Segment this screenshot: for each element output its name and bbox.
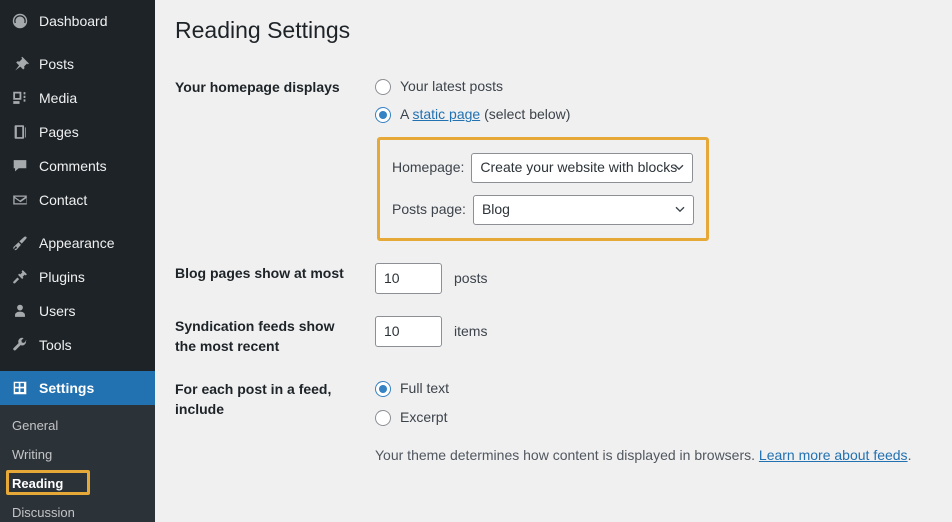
sidebar-item-label: Users [39, 303, 76, 319]
sidebar-item-label: Pages [39, 124, 79, 140]
sidebar-item-posts[interactable]: Posts [0, 47, 155, 81]
sidebar-item-label: Tools [39, 337, 72, 353]
sidebar-item-appearance[interactable]: Appearance [0, 226, 155, 260]
sidebar-item-settings[interactable]: Settings [0, 371, 155, 405]
radio-full-text-label: Full text [400, 380, 450, 397]
sidebar-item-contact[interactable]: Contact [0, 183, 155, 217]
sidebar-item-label: Plugins [39, 269, 85, 285]
user-icon [10, 301, 30, 321]
feed-description-suffix: . [907, 447, 912, 464]
sidebar-item-tools[interactable]: Tools [0, 328, 155, 362]
blog-pages-row: 10 posts [375, 263, 942, 295]
sidebar-item-discussion[interactable]: Discussion [0, 498, 155, 522]
posts-page-select-value: Blog [481, 201, 510, 218]
sidebar-item-label: Posts [39, 56, 75, 72]
envelope-icon [10, 190, 30, 210]
radio-static-page-label: A static page (select below) [400, 105, 570, 125]
admin-sidebar-menu: Dashboard Posts Media Pages Comments Con… [0, 0, 155, 522]
chevron-down-icon [675, 206, 685, 213]
dashboard-icon [10, 11, 30, 31]
radio-full-text[interactable] [375, 381, 391, 398]
sidebar-item-general[interactable]: General [0, 411, 155, 440]
media-icon [10, 88, 30, 108]
radio-option-static-page[interactable]: A static page (select below) [375, 105, 942, 125]
homepage-select-row: Homepage: Create your website with block… [392, 153, 694, 184]
radio-excerpt-label: Excerpt [400, 408, 448, 425]
sidebar-item-comments[interactable]: Comments [0, 149, 155, 183]
static-prefix-text: A [400, 106, 413, 123]
homepage-select[interactable]: Create your website with blocks [471, 153, 694, 184]
sidebar-item-reading[interactable]: Reading [0, 469, 155, 498]
radio-excerpt[interactable] [375, 409, 391, 426]
sidebar-item-label: Settings [39, 380, 95, 396]
page-title: Reading Settings [175, 17, 351, 43]
posts-page-select-row: Posts page: Blog [392, 195, 694, 226]
setting-row-feed-include: For each post in a feed, include Full te… [155, 368, 952, 477]
radio-static-page[interactable] [375, 107, 391, 124]
wrench-icon [10, 335, 30, 355]
wordpress-admin-screen: Dashboard Posts Media Pages Comments Con… [0, 0, 952, 522]
sidebar-item-label: Comments [39, 158, 107, 174]
sidebar-item-pages[interactable]: Pages [0, 115, 155, 149]
radio-latest-posts-label: Your latest posts [400, 77, 503, 94]
syndication-row: 10 items [375, 316, 942, 348]
pages-icon [10, 122, 30, 142]
radio-option-latest-posts[interactable]: Your latest posts [375, 77, 942, 97]
homepage-select-value: Create your website with blocks [480, 159, 678, 176]
main-content: Reading Settings Your homepage displays … [155, 0, 952, 522]
submenu-item-label: General [12, 418, 59, 433]
setting-row-homepage-displays: Your homepage displays Your latest posts… [155, 66, 952, 252]
radio-option-excerpt[interactable]: Excerpt [375, 408, 942, 428]
sidebar-item-label: Dashboard [39, 13, 108, 29]
syndication-input[interactable]: 10 [375, 316, 442, 348]
sidebar-item-label: Contact [39, 192, 88, 208]
settings-submenu: General Writing Reading Discussion [0, 405, 155, 522]
sidebar-item-label: Media [39, 90, 78, 106]
syndication-suffix: items [454, 322, 488, 339]
submenu-item-label: Writing [12, 447, 53, 462]
sidebar-item-media[interactable]: Media [0, 81, 155, 115]
syndication-label: Syndication feeds show the most recent [175, 318, 335, 354]
blog-pages-controls: 10 posts [360, 252, 952, 305]
static-suffix-text: (select below) [480, 106, 571, 123]
blog-pages-input[interactable]: 10 [375, 263, 442, 295]
settings-icon [10, 378, 30, 398]
setting-row-syndication: Syndication feeds show the most recent 1… [155, 305, 952, 368]
submenu-item-label: Reading [12, 476, 64, 491]
sidebar-item-users[interactable]: Users [0, 294, 155, 328]
learn-more-feeds-link[interactable]: Learn more about feeds [759, 447, 908, 463]
sidebar-item-label: Appearance [39, 235, 115, 251]
sidebar-item-writing[interactable]: Writing [0, 440, 155, 469]
blog-pages-suffix: posts [454, 269, 488, 286]
paintbrush-icon [10, 233, 30, 253]
feed-include-description: Your theme determines how content is dis… [375, 445, 942, 466]
posts-page-select[interactable]: Blog [472, 195, 694, 226]
feed-include-controls: Full text Excerpt Your theme determines … [360, 368, 952, 477]
reading-settings-form: Your homepage displays Your latest posts… [155, 66, 952, 478]
chevron-down-icon [674, 164, 684, 171]
static-page-selection-box: Homepage: Create your website with block… [377, 137, 709, 242]
submenu-item-label: Discussion [12, 505, 75, 520]
setting-row-blog-pages: Blog pages show at most 10 posts [155, 252, 952, 305]
homepage-select-caption: Homepage: [392, 159, 465, 176]
static-page-link[interactable]: static page [412, 106, 480, 122]
blog-pages-label: Blog pages show at most [175, 265, 344, 282]
radio-option-full-text[interactable]: Full text [375, 379, 942, 399]
sidebar-item-dashboard[interactable]: Dashboard [0, 4, 155, 38]
posts-page-select-caption: Posts page: [392, 201, 466, 218]
feed-include-label: For each post in a feed, include [175, 381, 332, 417]
homepage-displays-controls: Your latest posts A static page (select … [360, 66, 952, 252]
radio-latest-posts[interactable] [375, 78, 391, 95]
homepage-displays-label: Your homepage displays [175, 78, 340, 95]
pin-icon [10, 54, 30, 74]
syndication-controls: 10 items [360, 305, 952, 368]
sidebar-item-plugins[interactable]: Plugins [0, 260, 155, 294]
feed-description-text: Your theme determines how content is dis… [375, 447, 759, 464]
plugin-icon [10, 267, 30, 287]
comment-icon [10, 156, 30, 176]
